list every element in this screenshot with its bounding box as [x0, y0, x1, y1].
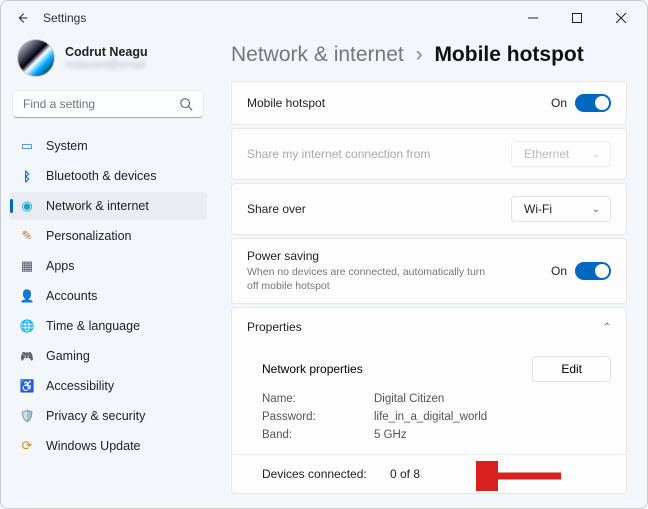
hotspot-panel: Mobile hotspot On [231, 81, 627, 125]
password-value: life_in_a_digital_world [374, 411, 487, 423]
share-over-panel: Share over Wi-Fi ⌄ [231, 183, 627, 235]
chevron-down-icon: ⌄ [592, 204, 600, 215]
wifi-icon: ◉ [19, 198, 35, 214]
password-key: Password: [262, 411, 354, 423]
sidebar-item-label: Accounts [46, 289, 97, 303]
sidebar: Codrut Neagu redacted@email ▭ System ᛒ Blu… [1, 35, 219, 508]
sidebar-item-personalization[interactable]: ✎ Personalization [9, 222, 207, 250]
maximize-icon [572, 13, 582, 23]
user-name: Codrut Neagu [65, 45, 148, 59]
name-key: Name: [262, 393, 354, 405]
share-from-value: Ethernet [524, 147, 569, 161]
avatar [17, 39, 55, 77]
sidebar-item-label: Privacy & security [46, 409, 145, 423]
sidebar-item-apps[interactable]: ▦ Apps [9, 252, 207, 280]
sidebar-item-label: Time & language [46, 319, 140, 333]
devices-value: 0 of 8 [390, 467, 420, 481]
share-from-panel: Share my internet connection from Ethern… [231, 128, 627, 180]
titlebar: Settings [1, 1, 647, 35]
shield-icon: 🛡️ [19, 408, 35, 424]
band-key: Band: [262, 429, 354, 441]
hotspot-label: Mobile hotspot [247, 96, 325, 110]
nav-list: ▭ System ᛒ Bluetooth & devices ◉ Network & … [9, 132, 207, 460]
breadcrumb-parent[interactable]: Network & internet [231, 43, 404, 66]
share-over-label: Share over [247, 202, 306, 216]
annotation-arrow-icon [476, 461, 566, 491]
sidebar-item-privacy[interactable]: 🛡️ Privacy & security [9, 402, 207, 430]
chevron-up-icon: ⌃ [603, 322, 611, 333]
close-button[interactable] [599, 3, 643, 33]
chevron-right-icon: › [416, 43, 423, 66]
back-button[interactable] [15, 11, 29, 25]
sidebar-item-label: Bluetooth & devices [46, 169, 157, 183]
network-props-label: Network properties [262, 362, 363, 376]
devices-key: Devices connected: [262, 467, 370, 481]
hotspot-state: On [551, 96, 567, 110]
user-subtitle: redacted@email [65, 59, 148, 71]
maximize-button[interactable] [555, 3, 599, 33]
breadcrumb: Network & internet › Mobile hotspot [231, 43, 627, 67]
power-saving-label: Power saving [247, 249, 487, 263]
close-icon [616, 13, 626, 23]
accounts-icon: 👤 [19, 288, 35, 304]
sidebar-item-label: System [46, 139, 88, 153]
power-saving-sub: When no devices are connected, automatic… [247, 265, 487, 293]
sidebar-item-bluetooth[interactable]: ᛒ Bluetooth & devices [9, 162, 207, 190]
properties-header[interactable]: Properties ⌃ [232, 308, 626, 346]
bluetooth-icon: ᛒ [19, 168, 35, 184]
search-icon [179, 97, 193, 111]
sidebar-item-accounts[interactable]: 👤 Accounts [9, 282, 207, 310]
window-title: Settings [43, 11, 86, 25]
gaming-icon: 🎮 [19, 348, 35, 364]
user-profile[interactable]: Codrut Neagu redacted@email [9, 35, 207, 91]
system-icon: ▭ [19, 138, 35, 154]
properties-title: Properties [247, 320, 302, 334]
hotspot-toggle[interactable] [575, 94, 611, 112]
sidebar-item-label: Network & internet [46, 199, 149, 213]
arrow-left-icon [15, 11, 29, 25]
globe-icon: 🌐 [19, 318, 35, 334]
brush-icon: ✎ [19, 228, 35, 244]
minimize-button[interactable] [511, 3, 555, 33]
power-saving-panel: Power saving When no devices are connect… [231, 238, 627, 304]
edit-button[interactable]: Edit [532, 356, 611, 382]
sidebar-item-accessibility[interactable]: ♿ Accessibility [9, 372, 207, 400]
share-from-dropdown: Ethernet ⌄ [511, 141, 611, 167]
sidebar-item-network[interactable]: ◉ Network & internet [9, 192, 207, 220]
page-title: Mobile hotspot [434, 43, 583, 66]
sidebar-item-gaming[interactable]: 🎮 Gaming [9, 342, 207, 370]
sidebar-item-system[interactable]: ▭ System [9, 132, 207, 160]
sidebar-item-label: Gaming [46, 349, 90, 363]
apps-icon: ▦ [19, 258, 35, 274]
share-over-dropdown[interactable]: Wi-Fi ⌄ [511, 196, 611, 222]
sidebar-item-label: Accessibility [46, 379, 114, 393]
power-saving-toggle[interactable] [575, 262, 611, 280]
share-from-label: Share my internet connection from [247, 147, 430, 161]
name-value: Digital Citizen [374, 393, 444, 405]
sidebar-item-time[interactable]: 🌐 Time & language [9, 312, 207, 340]
search-input[interactable] [23, 97, 163, 111]
properties-panel: Properties ⌃ Network properties Edit Nam… [231, 307, 627, 494]
share-over-value: Wi-Fi [524, 202, 552, 216]
content-area: Network & internet › Mobile hotspot Mobi… [219, 35, 647, 508]
accessibility-icon: ♿ [19, 378, 35, 394]
search-box[interactable] [13, 91, 203, 118]
chevron-down-icon: ⌄ [592, 149, 600, 160]
power-saving-state: On [551, 264, 567, 278]
sidebar-item-label: Windows Update [46, 439, 141, 453]
minimize-icon [528, 13, 538, 23]
sidebar-item-update[interactable]: ⟳ Windows Update [9, 432, 207, 460]
update-icon: ⟳ [19, 438, 35, 454]
sidebar-item-label: Personalization [46, 229, 131, 243]
sidebar-item-label: Apps [46, 259, 75, 273]
band-value: 5 GHz [374, 429, 407, 441]
